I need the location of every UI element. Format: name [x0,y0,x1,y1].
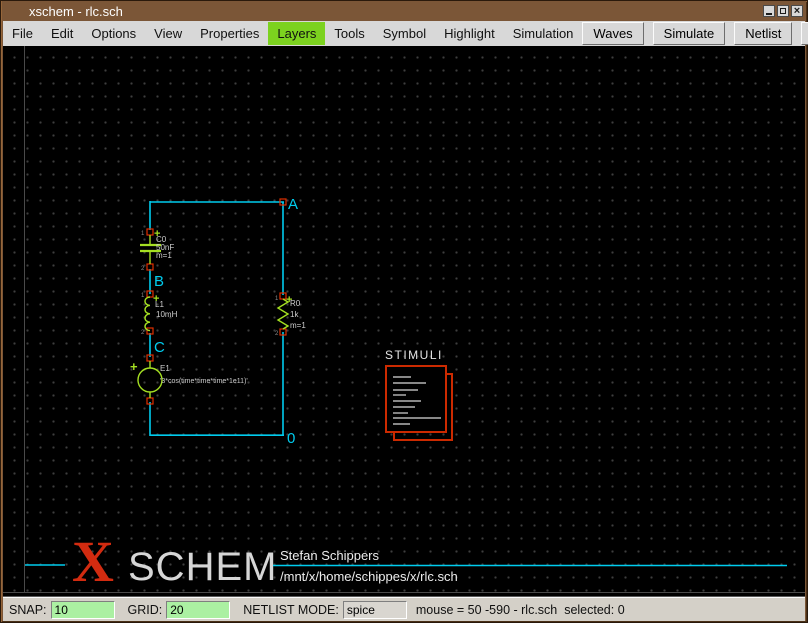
pin-number: 2 [141,266,145,272]
maximize-icon [780,8,786,14]
menu-tools[interactable]: Tools [325,22,373,45]
netlist-button[interactable]: Netlist [734,22,792,45]
stimuli-block[interactable]: STIMULI [385,348,452,440]
title-block[interactable]: X SCHEM Stefan Schippers /mnt/x/home/sch… [25,529,787,594]
net-label-c[interactable]: C [154,339,165,356]
author-name: Stefan Schippers [280,548,380,563]
net-label-0[interactable]: 0 [287,430,295,447]
stimuli-front-sheet [386,366,446,432]
component-ref: L1 [155,300,164,309]
xschem-window: xschem - rlc.sch × File Edit Options Vie… [0,0,808,623]
xschem-logo-text: SCHEM [128,545,277,589]
schematic-file-path: /mnt/x/home/schippes/x/rlc.sch [280,569,458,584]
menu-options[interactable]: Options [82,22,145,45]
close-button[interactable]: × [791,5,803,17]
minimize-icon [766,13,772,15]
net-label-b[interactable]: B [154,273,164,290]
menu-symbol[interactable]: Symbol [374,22,435,45]
pin-number: 2 [275,331,279,337]
menu-view[interactable]: View [145,22,191,45]
component-ref: E1 [160,364,170,373]
pin-number: 1 [141,293,145,299]
menu-properties[interactable]: Properties [191,22,268,45]
menu-layers[interactable]: Layers [268,22,325,45]
menu-simulation[interactable]: Simulation [504,22,583,45]
titlebar[interactable]: xschem - rlc.sch × [2,1,806,21]
simulate-button[interactable]: Simulate [653,22,726,45]
close-icon: × [794,6,800,16]
help-button[interactable]: Help [801,22,808,45]
component-value: 1k [290,310,299,319]
net-label-a[interactable]: A [288,196,298,213]
component-ref: R0 [290,299,301,308]
waves-button[interactable]: Waves [582,22,643,45]
source-circle [138,368,162,392]
window-controls: × [763,5,803,17]
snap-input[interactable] [51,601,115,619]
xschem-logo-x: X [72,529,114,594]
component-resistor-r0[interactable]: + 1 2 R0 1k m=1 [275,293,306,337]
polarity-plus: + [130,359,138,374]
pin-number: 2 [141,330,145,336]
schematic-drawing: A B C 0 + 1 2 C0 50nF m=1 [3,46,805,597]
grid-label: GRID: [128,603,163,617]
component-mult: m=1 [156,251,172,260]
menubar: File Edit Options View Properties Layers… [3,21,805,47]
pin-number: 1 [141,231,145,237]
mouse-status-text: mouse = 50 -590 - rlc.sch selected: 0 [416,603,625,617]
pin-number: 1 [275,296,279,302]
component-capacitor-c0[interactable]: + 1 2 C0 50nF m=1 [140,228,174,272]
menu-file[interactable]: File [3,22,42,45]
minimize-button[interactable] [763,5,775,17]
schematic-canvas[interactable]: A B C 0 + 1 2 C0 50nF m=1 [3,46,805,597]
component-value: '3*cos(time*time*time*1e11)' [160,378,248,385]
stimuli-label: STIMULI [385,348,443,362]
netlist-mode-input[interactable] [343,601,407,619]
statusbar: SNAP: GRID: NETLIST MODE: mouse = 50 -59… [3,597,805,621]
component-mult: m=1 [290,321,306,330]
menu-highlight[interactable]: Highlight [435,22,504,45]
snap-label: SNAP: [9,603,47,617]
window-title: xschem - rlc.sch [29,4,123,19]
maximize-button[interactable] [777,5,789,17]
netlist-mode-label: NETLIST MODE: [243,603,339,617]
grid-input[interactable] [166,601,230,619]
component-inductor-l1[interactable]: + 1 2 L1 10mH [141,291,178,336]
component-voltage-source-e1[interactable]: + E1 '3*cos(time*time*time*1e11)' [130,355,248,404]
component-value: 10mH [156,310,178,319]
menu-edit[interactable]: Edit [42,22,82,45]
inductor-coil [145,297,150,331]
